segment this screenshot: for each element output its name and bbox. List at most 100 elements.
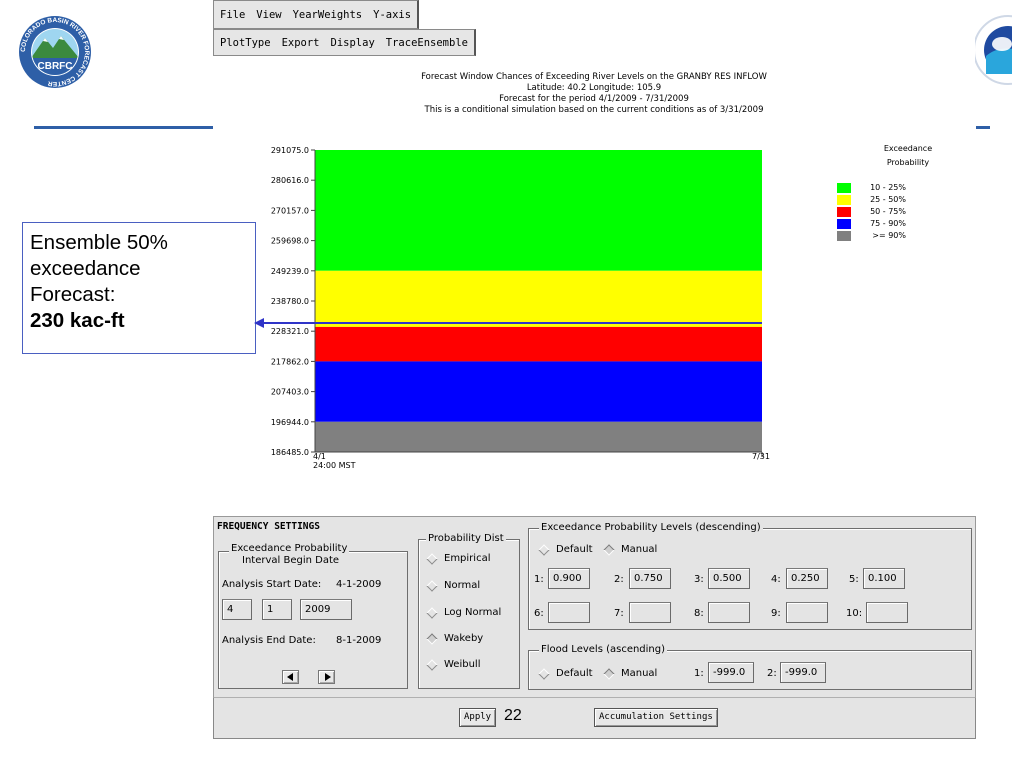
legend-title-line2: Probability (886, 158, 930, 167)
previous-arrow-button[interactable] (282, 670, 299, 684)
exceedance-level-label: 5: (849, 574, 859, 585)
radio-diamond-icon (426, 579, 438, 592)
exceedance-level-label: 4: (771, 574, 781, 585)
exceedance-level-7-input[interactable] (629, 602, 671, 623)
noaa-logo-icon (972, 14, 1012, 86)
legend-item: 25 - 50% (837, 194, 906, 205)
interval-group-legend-2: Interval Begin Date (240, 555, 342, 566)
next-arrow-button[interactable] (318, 670, 335, 684)
exceedance-level-9-input[interactable] (786, 602, 828, 623)
prob-dist-normal-radio[interactable]: Normal (426, 579, 480, 592)
y-tick-label: 217862.0 (271, 357, 309, 366)
y-tick-label: 291075.0 (271, 146, 309, 155)
band-10-25 (315, 150, 762, 271)
exceedance-level-8-input[interactable] (708, 602, 750, 623)
exceedance-level-6-input[interactable] (548, 602, 590, 623)
exceedance-default-radio[interactable]: Default (538, 543, 593, 556)
y-tick-label: 280616.0 (271, 176, 309, 185)
radio-diamond-icon (538, 543, 550, 556)
start-month-input[interactable]: 4 (222, 599, 252, 620)
flood-level-2-input[interactable]: -999.0 (780, 662, 826, 683)
exceedance-manual-radio[interactable]: Manual (603, 543, 657, 556)
start-day-input[interactable]: 1 (262, 599, 292, 620)
y-tick-label: 186485.0 (271, 448, 309, 457)
prob-dist-wakeby-radio[interactable]: Wakeby (426, 632, 483, 645)
y-tick-label: 259698.0 (271, 237, 309, 246)
flood-default-radio[interactable]: Default (538, 667, 593, 680)
exceedance-level-label: 7: (614, 608, 624, 619)
y-tick-label: 196944.0 (271, 418, 309, 427)
band-90 (315, 421, 762, 452)
accumulation-settings-button[interactable]: Accumulation Settings (594, 708, 718, 727)
exceedance-level-label: 10: (846, 608, 863, 619)
exceedance-level-5-input[interactable]: 0.100 (863, 568, 905, 589)
flood-level-2-label: 2: (767, 668, 777, 679)
radio-diamond-icon (538, 667, 550, 680)
legend-swatch (837, 230, 851, 241)
legend-item: 10 - 25% (837, 182, 906, 193)
legend-title-line1: Exceedance (883, 144, 933, 153)
callout-line-1: Ensemble 50% (30, 231, 168, 254)
legend-label: 75 - 90% (870, 219, 906, 228)
y-tick-label: 249239.0 (271, 267, 309, 276)
exceedance-level-label: 3: (694, 574, 704, 585)
exceedance-level-2-input[interactable]: 0.750 (629, 568, 671, 589)
callout-arrow (254, 318, 762, 328)
interval-group-legend-1: Exceedance Probability (229, 543, 350, 554)
exceedance-level-label: 8: (694, 608, 704, 619)
probability-dist-legend: Probability Dist (426, 533, 506, 544)
flood-level-1-input[interactable]: -999.0 (708, 662, 754, 683)
exceedance-level-label: 9: (771, 608, 781, 619)
radio-diamond-icon (426, 552, 438, 565)
cbrfc-logo-icon: CBRFC COLORADO BASIN RIVER FORECAST CENT… (17, 14, 93, 90)
action-bar: Apply 22 Accumulation Settings (213, 697, 976, 739)
callout-value: 230 kac-ft (30, 309, 125, 332)
prob-dist-log-normal-radio[interactable]: Log Normal (426, 606, 501, 619)
legend-item: >= 90% (837, 230, 906, 241)
analysis-start-label: Analysis Start Date: (222, 579, 322, 590)
header-rule-right (976, 126, 990, 129)
exceedance-level-3-input[interactable]: 0.500 (708, 568, 750, 589)
callout-line-3: Forecast: (30, 283, 116, 306)
exceedance-level-label: 2: (614, 574, 624, 585)
legend-swatch (837, 218, 851, 229)
analysis-end-label: Analysis End Date: (222, 635, 316, 646)
analysis-start-value: 4-1-2009 (336, 579, 382, 590)
radio-diamond-icon (426, 658, 438, 671)
exceedance-level-10-input[interactable] (866, 602, 908, 623)
forecast-window: File View YearWeights Y-axis PlotType Export… (213, 0, 975, 480)
exceedance-level-1-input[interactable]: 0.900 (548, 568, 590, 589)
frequency-settings-title: FREQUENCY SETTINGS (217, 521, 320, 532)
legend-swatch (837, 206, 851, 217)
flood-manual-radio[interactable]: Manual (603, 667, 657, 680)
legend-item: 75 - 90% (837, 218, 906, 229)
legend-item: 50 - 75% (837, 206, 906, 217)
legend-swatch (837, 194, 851, 205)
x-tick-label-start: 4/1 24:00 MST (313, 452, 356, 470)
legend-label: 25 - 50% (870, 195, 906, 204)
logo-center-text: CBRFC (38, 61, 73, 72)
legend-label: 50 - 75% (870, 207, 906, 216)
band-75-90 (315, 361, 762, 422)
exceedance-levels-legend: Exceedance Probability Levels (descendin… (539, 522, 763, 533)
legend-label: 10 - 25% (870, 183, 906, 192)
prob-dist-empirical-radio[interactable]: Empirical (426, 552, 490, 565)
apply-button[interactable]: Apply (459, 708, 497, 727)
exceedance-level-label: 6: (534, 608, 544, 619)
arrow-right-icon (325, 673, 331, 681)
radio-diamond-icon (426, 606, 438, 619)
flood-levels-legend: Flood Levels (ascending) (539, 644, 668, 655)
y-tick-label: 207403.0 (271, 388, 309, 397)
callout-line-2: exceedance (30, 257, 141, 280)
x-tick-label-end: 7/31 (752, 452, 770, 461)
exceedance-level-label: 1: (534, 574, 544, 585)
forecast-callout: Ensemble 50% exceedance Forecast: 230 ka… (22, 222, 256, 354)
legend-swatch (837, 182, 851, 193)
prob-dist-weibull-radio[interactable]: Weibull (426, 658, 480, 671)
radio-diamond-icon (603, 543, 615, 556)
legend-label: >= 90% (872, 231, 906, 240)
start-year-input[interactable]: 2009 (300, 599, 352, 620)
y-tick-label: 270157.0 (271, 206, 309, 215)
page-number: 22 (504, 707, 522, 724)
exceedance-level-4-input[interactable]: 0.250 (786, 568, 828, 589)
